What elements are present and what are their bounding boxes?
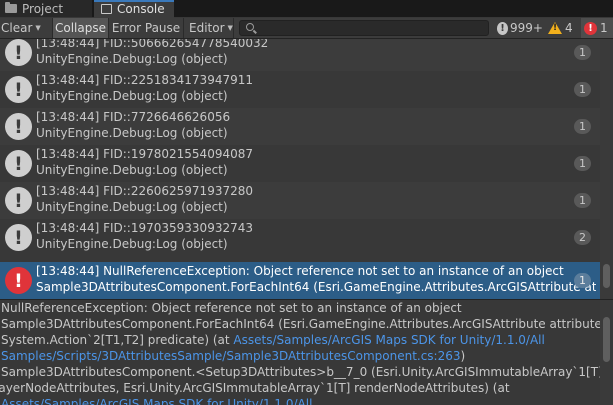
details-trace-text: ) xyxy=(460,349,466,363)
info-icon: ! xyxy=(5,224,32,251)
details-trace-line: Samples/Scripts/3DAttributesSample/Sampl… xyxy=(1,348,465,364)
details-trace-line: System.Action`2[T1,T2] predicate) (at As… xyxy=(1,332,545,348)
error-count: 1 xyxy=(600,21,608,35)
log-message: [13:48:44] FID::2260625971937280 xyxy=(36,184,253,198)
info-icon: ! xyxy=(5,39,32,66)
log-message: [13:48:44] FID::1978021554094087 xyxy=(36,147,253,161)
log-source: UnityEngine.Debug:Log (object) xyxy=(36,126,228,140)
details-scrollbar-thumb[interactable] xyxy=(603,317,610,362)
error-icon: ! xyxy=(584,21,597,35)
collapse-count-badge: 1 xyxy=(574,273,591,288)
error-pause-toggle[interactable]: Error Pause xyxy=(109,18,184,38)
editor-dropdown[interactable]: Editor ▼ xyxy=(184,18,234,38)
tab-console-label: Console xyxy=(117,2,165,16)
clear-button[interactable]: Clear ▼ xyxy=(0,18,53,38)
error-pause-label: Error Pause xyxy=(111,21,181,35)
info-icon: ! xyxy=(5,76,32,103)
error-icon: ! xyxy=(5,267,32,294)
log-message: [13:48:44] FID::7726646626056 xyxy=(36,110,231,124)
source-file-link[interactable]: Samples/Scripts/3DAttributesSample/Sampl… xyxy=(1,349,461,363)
collapse-count-badge: 2 xyxy=(574,230,591,245)
log-entry-error-selected[interactable]: ! [13:48:44] NullReferenceException: Obj… xyxy=(0,262,600,299)
folder-icon xyxy=(5,2,17,13)
details-trace-line: layerNodeAttributes, Esri.Unity.ArcGISIm… xyxy=(0,381,510,395)
log-source: UnityEngine.Debug:Log (object) xyxy=(36,200,228,214)
info-icon: ! xyxy=(5,150,32,177)
details-trace-line: Assets/Samples/ArcGIS Maps SDK for Unity… xyxy=(1,396,312,405)
editor-label: Editor xyxy=(189,21,225,35)
log-filter-toggle[interactable]: ! 999+ xyxy=(493,18,543,38)
log-source: UnityEngine.Debug:Log (object) xyxy=(36,89,228,103)
collapse-label: Collapse xyxy=(55,21,106,35)
log-list: ! [13:48:44] FID::506662654778540032 Uni… xyxy=(0,39,613,299)
collapse-count-badge: 1 xyxy=(574,45,591,60)
error-filter-toggle[interactable]: ! 1 xyxy=(581,18,613,38)
collapse-count-badge: 1 xyxy=(574,82,591,97)
log-source: UnityEngine.Debug:Log (object) xyxy=(36,52,228,66)
log-entry[interactable]: ! [13:48:44] FID::1970359330932743 Unity… xyxy=(0,219,600,256)
collapse-count-badge: 1 xyxy=(574,193,591,208)
log-list-scrollbar-thumb[interactable] xyxy=(603,264,610,288)
log-message: [13:48:44] FID::506662654778540032 xyxy=(36,39,269,50)
collapse-count-badge: 1 xyxy=(574,156,591,171)
details-trace-line: Sample3DAttributesComponent.ForEachInt64… xyxy=(1,317,600,331)
log-list-scrollbar[interactable] xyxy=(600,39,613,299)
info-icon: ! xyxy=(5,113,32,140)
tab-project-label: Project xyxy=(22,1,64,16)
info-icon: ! xyxy=(5,187,32,214)
log-entry[interactable]: ! [13:48:44] FID::7726646626056 UnityEng… xyxy=(0,108,600,145)
warning-filter-toggle[interactable]: 4 xyxy=(546,18,579,38)
log-entry[interactable]: ! [13:48:44] FID::2251834173947911 Unity… xyxy=(0,71,600,108)
info-icon: ! xyxy=(497,21,509,35)
tab-bar: Project Console xyxy=(0,0,613,18)
search-icon xyxy=(246,23,254,31)
source-file-link[interactable]: Assets/Samples/ArcGIS Maps SDK for Unity… xyxy=(1,397,312,405)
clear-label: Clear xyxy=(1,21,33,35)
details-trace-line: Sample3DAttributesComponent.<Setup3DAttr… xyxy=(1,365,600,379)
log-source: UnityEngine.Debug:Log (object) xyxy=(36,163,228,177)
details-scrollbar[interactable] xyxy=(600,300,613,405)
source-file-link[interactable]: Assets/Samples/ArcGIS Maps SDK for Unity… xyxy=(233,333,544,347)
warning-icon xyxy=(548,22,562,34)
warning-count: 4 xyxy=(565,21,573,35)
console-icon xyxy=(101,4,112,14)
log-entry[interactable]: ! [13:48:44] FID::506662654778540032 Uni… xyxy=(0,39,600,71)
log-entry[interactable]: ! [13:48:44] FID::1978021554094087 Unity… xyxy=(0,145,600,182)
chevron-down-icon[interactable]: ▼ xyxy=(35,24,40,32)
log-source: Sample3DAttributesComponent.ForEachInt64… xyxy=(36,280,596,294)
chevron-down-icon: ▼ xyxy=(227,24,233,32)
details-trace-text: System.Action`2[T1,T2] predicate) (at xyxy=(1,333,234,347)
log-count: 999+ xyxy=(510,21,543,35)
tab-console[interactable]: Console xyxy=(94,0,174,18)
console-toolbar: Clear ▼ Collapse Error Pause Editor ▼ ! … xyxy=(0,18,613,39)
stack-trace-details: NullReferenceException: Object reference… xyxy=(0,300,600,405)
tab-project[interactable]: Project xyxy=(0,0,93,17)
log-message: [13:48:44] FID::1970359330932743 xyxy=(36,221,253,235)
details-message: NullReferenceException: Object reference… xyxy=(1,301,462,315)
log-message: [13:48:44] NullReferenceException: Objec… xyxy=(36,264,564,278)
log-entry[interactable]: ! [13:48:44] FID::2260625971937280 Unity… xyxy=(0,182,600,219)
collapse-toggle[interactable]: Collapse xyxy=(53,18,109,38)
collapse-count-badge: 1 xyxy=(574,119,591,134)
log-source: UnityEngine.Debug:Log (object) xyxy=(36,237,228,251)
search-input[interactable] xyxy=(239,20,489,36)
log-message: [13:48:44] FID::2251834173947911 xyxy=(36,73,253,87)
